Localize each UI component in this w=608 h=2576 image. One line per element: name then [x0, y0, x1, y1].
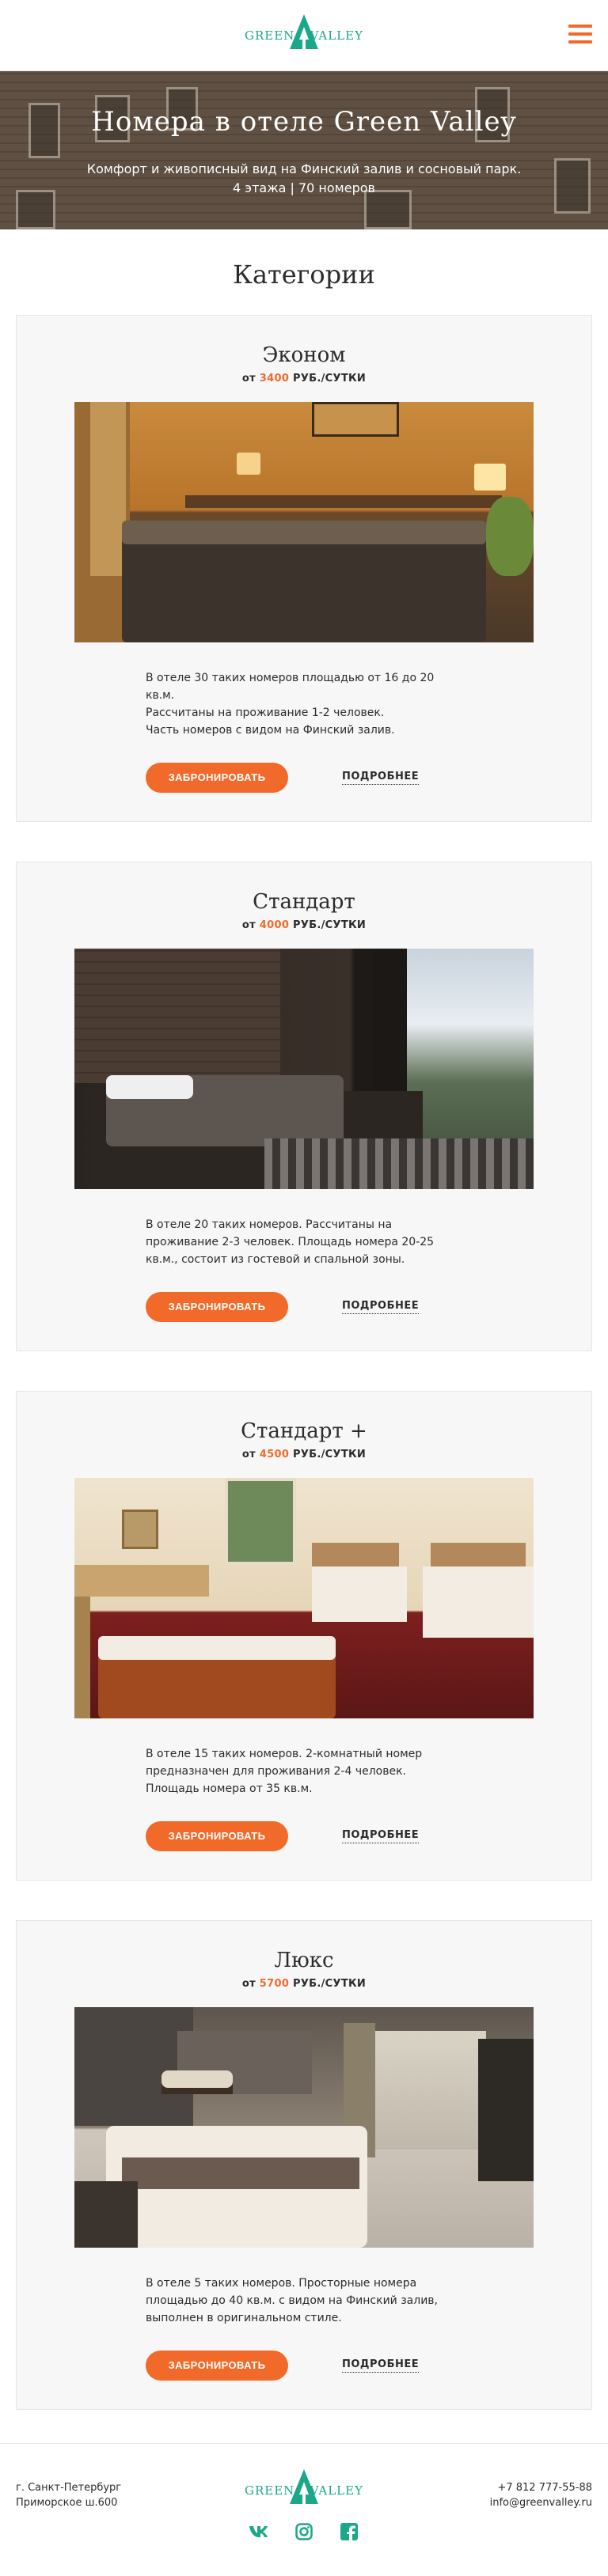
room-photo [74, 949, 534, 1189]
logo-text-right: VALLEY [310, 2483, 363, 2498]
logo-text-right: VALLEY [310, 28, 363, 43]
room-price: от 3400 РУБ./СУТКИ [17, 373, 591, 385]
desc-line: Площадь номера от 35 кв.м. [146, 1782, 313, 1795]
site-header: GREEN VALLEY [0, 0, 608, 71]
price-value: 3400 [259, 373, 290, 385]
vk-icon[interactable] [249, 2521, 269, 2542]
logo[interactable]: GREEN VALLEY [245, 13, 363, 57]
price-value: 4500 [259, 1449, 290, 1460]
hero-subtitle-line1: Комфорт и живописный вид на Финский зали… [86, 161, 522, 176]
logo-text-left: GREEN [245, 28, 295, 43]
price-prefix: от [241, 919, 256, 931]
room-card-lux: Люкс от 5700 РУБ./СУТКИ В отеле 5 таких … [16, 1920, 592, 2410]
hero-banner: Номера в отеле Green Valley Комфорт и жи… [0, 71, 608, 229]
room-title: Стандарт [253, 890, 355, 914]
book-button[interactable]: ЗАБРОНИРОВАТЬ [146, 763, 288, 793]
price-value: 4000 [259, 919, 290, 931]
more-link[interactable]: ПОДРОБНЕЕ [342, 1829, 420, 1843]
address: г. Санкт-Петербург Приморское ш.600 [16, 2480, 121, 2510]
facebook-icon[interactable] [339, 2521, 359, 2542]
room-price: от 5700 РУБ./СУТКИ [17, 1978, 591, 1990]
desc-line: выполнен в оригинальном стиле. [146, 2312, 342, 2324]
room-price: от 4000 РУБ./СУТКИ [17, 919, 591, 931]
more-link[interactable]: ПОДРОБНЕЕ [342, 2358, 420, 2373]
price-prefix: от [241, 373, 256, 385]
price-prefix: от [241, 1978, 256, 1990]
room-description: В отеле 15 таких номеров. 2-комнатный но… [146, 1745, 462, 1798]
room-title: Люкс [274, 1949, 334, 1972]
hero-title: Номера в отеле Green Valley [91, 106, 517, 138]
room-card-standard-plus: Стандарт + от 4500 РУБ./СУТКИ В отеле 15… [16, 1391, 592, 1881]
logo-text-left: GREEN [245, 2483, 295, 2498]
instagram-icon[interactable] [294, 2521, 314, 2542]
desc-line: В отеле 20 таких номеров. Рассчитаны на [146, 1218, 393, 1231]
room-photo [74, 402, 534, 642]
book-button[interactable]: ЗАБРОНИРОВАТЬ [146, 1292, 288, 1322]
room-photo [74, 1478, 534, 1718]
room-actions: ЗАБРОНИРОВАТЬ ПОДРОБНЕЕ [146, 2351, 462, 2381]
desc-line: площадью до 40 кв.м. с видом на Финский … [146, 2294, 438, 2307]
room-actions: ЗАБРОНИРОВАТЬ ПОДРОБНЕЕ [146, 763, 462, 793]
price-prefix: от [241, 1449, 256, 1460]
address-street: Приморское ш.600 [16, 2497, 118, 2509]
price-unit: РУБ./СУТКИ [293, 1449, 367, 1460]
email-link[interactable]: info@greenvalley.ru [490, 2495, 592, 2510]
footer-logo[interactable]: GREEN VALLEY [245, 2468, 363, 2512]
room-price: от 4500 РУБ./СУТКИ [17, 1449, 591, 1460]
social-links [249, 2521, 359, 2542]
hero-subtitle-line2: 4 этажа | 70 номеров [233, 180, 375, 195]
book-button[interactable]: ЗАБРОНИРОВАТЬ [146, 1821, 288, 1851]
room-title: Эконом [262, 343, 346, 367]
site-footer: г. Санкт-Петербург Приморское ш.600 GREE… [0, 2443, 608, 2563]
desc-line: В отеле 15 таких номеров. 2-комнатный но… [146, 1748, 423, 1760]
hero-subtitle: Комфорт и живописный вид на Финский зали… [0, 160, 608, 198]
address-city: г. Санкт-Петербург [16, 2482, 122, 2494]
menu-hamburger-icon[interactable] [568, 25, 592, 44]
room-title: Стандарт + [241, 1419, 367, 1443]
price-unit: РУБ./СУТКИ [293, 1978, 367, 1990]
desc-line: кв.м., состоит из гостевой и спальной зо… [146, 1253, 405, 1266]
price-unit: РУБ./СУТКИ [293, 373, 367, 385]
room-actions: ЗАБРОНИРОВАТЬ ПОДРОБНЕЕ [146, 1292, 462, 1322]
price-value: 5700 [259, 1978, 290, 1990]
room-actions: ЗАБРОНИРОВАТЬ ПОДРОБНЕЕ [146, 1821, 462, 1851]
desc-line: предназначен для проживания 2-4 человек. [146, 1765, 406, 1778]
room-description: В отеле 5 таких номеров. Просторные номе… [146, 2275, 462, 2327]
room-card-econom: Эконом от 3400 РУБ./СУТКИ В отеле 30 так… [16, 315, 592, 822]
room-description: В отеле 30 таких номеров площадью от 16 … [146, 669, 462, 739]
contacts: +7 812 777-55-88 info@greenvalley.ru [490, 2480, 592, 2510]
desc-line: В отеле 30 таких номеров площадью от 16 … [146, 672, 435, 702]
desc-line: Часть номеров с видом на Финский залив. [146, 724, 395, 737]
price-unit: РУБ./СУТКИ [293, 919, 367, 931]
desc-line: проживание 2-3 человек. Площадь номера 2… [146, 1236, 435, 1248]
room-description: В отеле 20 таких номеров. Рассчитаны на … [146, 1216, 462, 1268]
more-link[interactable]: ПОДРОБНЕЕ [342, 771, 420, 785]
room-card-standard: Стандарт от 4000 РУБ./СУТКИ В отеле 20 т… [16, 862, 592, 1351]
phone-link[interactable]: +7 812 777-55-88 [490, 2480, 592, 2495]
desc-line: В отеле 5 таких номеров. Просторные номе… [146, 2277, 417, 2290]
more-link[interactable]: ПОДРОБНЕЕ [342, 1300, 420, 1314]
categories-title: Категории [233, 259, 375, 290]
book-button[interactable]: ЗАБРОНИРОВАТЬ [146, 2351, 288, 2381]
room-photo [74, 2007, 534, 2248]
desc-line: Рассчитаны на проживание 1-2 человек. [146, 707, 385, 719]
